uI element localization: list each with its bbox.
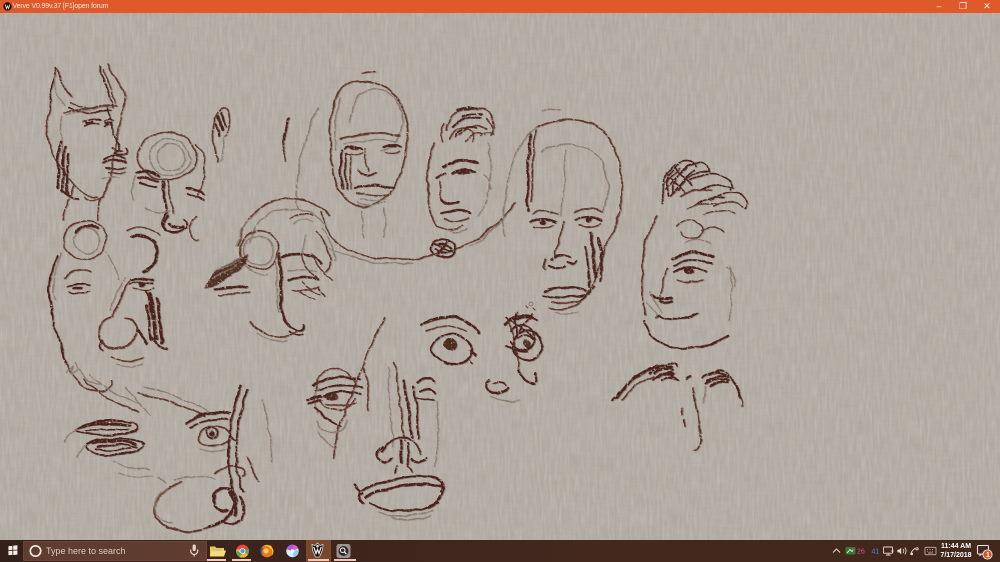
svg-text:41: 41 xyxy=(872,549,880,556)
svg-text:26: 26 xyxy=(857,549,865,556)
svg-text:1: 1 xyxy=(986,552,990,559)
